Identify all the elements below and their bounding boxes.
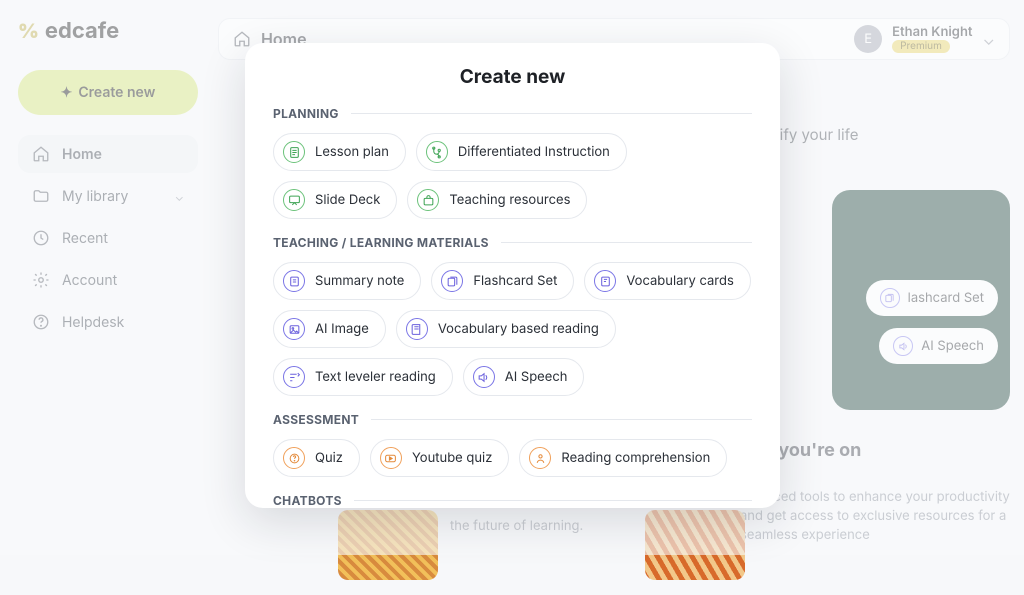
quiz-icon xyxy=(283,447,305,469)
branch-icon xyxy=(426,141,448,163)
note-icon xyxy=(283,270,305,292)
vocab-icon xyxy=(594,270,616,292)
levels-icon xyxy=(283,366,305,388)
opt-label: Vocabulary cards xyxy=(626,273,733,289)
opt-label: Teaching resources xyxy=(449,192,570,208)
opt-ai-speech[interactable]: AI Speech xyxy=(463,358,585,396)
image-icon xyxy=(283,318,305,340)
opt-label: Summary note xyxy=(315,273,404,289)
opt-text-leveler[interactable]: Text leveler reading xyxy=(273,358,453,396)
opt-slide-deck[interactable]: Slide Deck xyxy=(273,181,397,219)
create-new-modal: Create new PLANNING Lesson plan Differen… xyxy=(245,43,780,508)
opt-teaching-resources[interactable]: Teaching resources xyxy=(407,181,587,219)
opt-label: Flashcard Set xyxy=(473,273,557,289)
opt-vocab-reading[interactable]: Vocabulary based reading xyxy=(396,310,616,348)
opt-label: Youtube quiz xyxy=(412,450,492,466)
opt-ai-image[interactable]: AI Image xyxy=(273,310,386,348)
book-icon xyxy=(406,318,428,340)
section-title-assessment: ASSESSMENT xyxy=(273,412,359,427)
opt-label: Slide Deck xyxy=(315,192,380,208)
opt-flashcard-set[interactable]: Flashcard Set xyxy=(431,262,574,300)
opt-differentiated-instruction[interactable]: Differentiated Instruction xyxy=(416,133,627,171)
opt-label: Vocabulary based reading xyxy=(438,321,599,337)
modal-title: Create new xyxy=(273,65,752,88)
sound-icon xyxy=(473,366,495,388)
opt-summary-note[interactable]: Summary note xyxy=(273,262,421,300)
section-title-materials: TEACHING / LEARNING MATERIALS xyxy=(273,235,489,250)
opt-label: AI Image xyxy=(315,321,369,337)
opt-quiz[interactable]: Quiz xyxy=(273,439,360,477)
section-title-chatbots: CHATBOTS xyxy=(273,493,342,508)
presentation-icon xyxy=(283,189,305,211)
doc-icon xyxy=(283,141,305,163)
section-title-planning: PLANNING xyxy=(273,106,339,121)
opt-lesson-plan[interactable]: Lesson plan xyxy=(273,133,406,171)
cards-icon xyxy=(441,270,463,292)
video-icon xyxy=(380,447,402,469)
opt-reading-comprehension[interactable]: Reading comprehension xyxy=(519,439,727,477)
opt-label: Differentiated Instruction xyxy=(458,144,610,160)
opt-vocabulary-cards[interactable]: Vocabulary cards xyxy=(584,262,750,300)
opt-label: Lesson plan xyxy=(315,144,389,160)
bag-icon xyxy=(417,189,439,211)
opt-label: AI Speech xyxy=(505,369,568,385)
opt-youtube-quiz[interactable]: Youtube quiz xyxy=(370,439,509,477)
opt-label: Quiz xyxy=(315,450,343,466)
opt-label: Text leveler reading xyxy=(315,369,436,385)
opt-label: Reading comprehension xyxy=(561,450,710,466)
reading-icon xyxy=(529,447,551,469)
